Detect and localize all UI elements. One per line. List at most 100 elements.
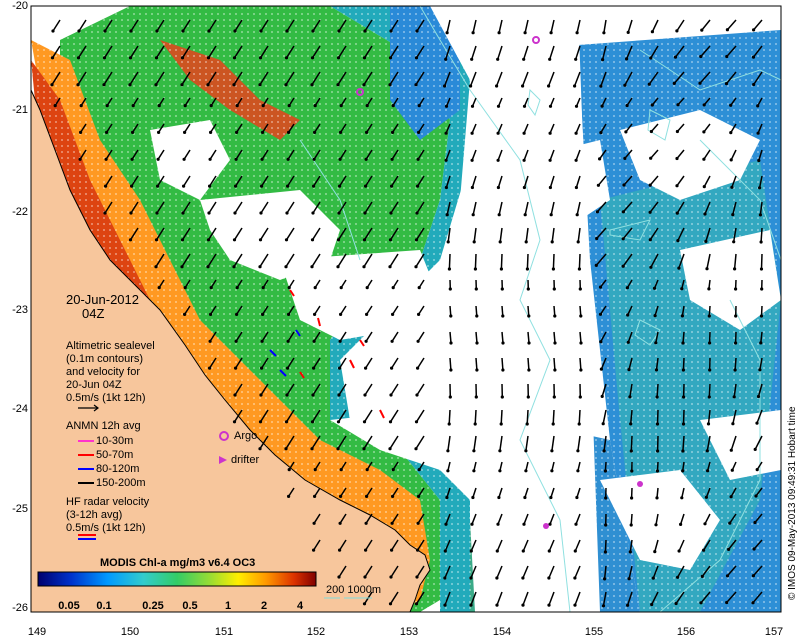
velocity-arrow-head	[388, 602, 393, 606]
velocity-arrow-head	[472, 240, 476, 244]
velocity-arrow-head	[725, 600, 729, 605]
velocity-arrow-head	[416, 157, 420, 161]
velocity-arrow-head	[703, 522, 707, 526]
velocity-arrow-head	[576, 469, 580, 473]
velocity-arrow-head	[727, 547, 731, 552]
velocity-arrow-head	[655, 422, 660, 426]
velocity-arrow-head	[602, 31, 606, 35]
velocity-arrow-head	[338, 157, 342, 161]
velocity-arrow-head	[336, 420, 341, 424]
velocity-arrow	[449, 357, 452, 371]
velocity-arrow-head	[621, 210, 626, 214]
colorbar	[37, 571, 317, 587]
velocity-arrow-head	[603, 469, 608, 473]
velocity-arrow-head	[258, 420, 263, 424]
velocity-arrow-head	[415, 29, 419, 33]
depth-legend-label: 200 1000m	[326, 584, 382, 596]
velocity-arrow-head	[677, 549, 681, 553]
velocity-arrow-head	[414, 83, 418, 87]
velocity-arrow-head	[729, 131, 733, 135]
velocity-arrow-head	[415, 211, 419, 215]
velocity-arrow-head	[446, 240, 450, 244]
velocity-arrow-head	[154, 83, 158, 87]
velocity-arrow	[527, 331, 530, 344]
map-date: 20-Jun-2012	[66, 292, 139, 307]
altimetry-legend-line: 0.5m/s (1kt 12h)	[66, 392, 146, 404]
velocity-arrow-head	[363, 393, 367, 397]
velocity-arrow-head	[415, 393, 419, 397]
velocity-arrow-head	[449, 314, 453, 318]
velocity-arrow-head	[759, 240, 763, 244]
x-tick: 153	[399, 626, 419, 638]
velocity-arrow-head	[522, 522, 526, 526]
velocity-arrow-head	[755, 468, 759, 472]
velocity-arrow-head	[365, 130, 369, 134]
velocity-arrow-head	[389, 211, 393, 215]
velocity-arrow-head	[260, 339, 264, 343]
velocity-arrow-head	[700, 28, 704, 32]
velocity-arrow-head	[310, 420, 315, 424]
velocity-arrow-head	[500, 287, 504, 291]
velocity-arrow-head	[579, 341, 583, 345]
velocity-arrow-head	[625, 57, 629, 61]
velocity-arrow-head	[77, 29, 81, 33]
velocity-arrow-head	[310, 238, 315, 242]
velocity-arrow-head	[732, 395, 736, 399]
velocity-arrow-head	[626, 30, 630, 34]
velocity-arrow-head	[444, 104, 449, 108]
velocity-arrow-head	[675, 29, 679, 33]
colorbar-tick: 0.25	[142, 600, 164, 612]
velocity-arrow-head	[443, 84, 447, 88]
velocity-arrow-head	[391, 286, 395, 290]
velocity-arrow-head	[521, 84, 525, 88]
velocity-arrow-head	[759, 314, 764, 318]
velocity-arrow-head	[702, 130, 706, 134]
velocity-arrow-head	[154, 238, 159, 242]
velocity-arrow	[526, 253, 529, 270]
velocity-arrow-head	[206, 265, 210, 269]
velocity-arrow-head	[471, 31, 475, 35]
velocity-arrow-head	[388, 447, 392, 451]
y-tick: -21	[12, 104, 28, 116]
velocity-arrow-head	[363, 211, 367, 215]
velocity-arrow	[526, 409, 529, 425]
velocity-arrow-head	[469, 576, 473, 580]
velocity-arrow-head	[260, 157, 264, 161]
velocity-arrow-head	[734, 314, 738, 318]
velocity-arrow-head	[573, 84, 577, 88]
velocity-arrow-head	[549, 31, 553, 35]
velocity-arrow-head	[551, 422, 555, 426]
velocity-arrow-head	[681, 368, 686, 372]
velocity-arrow-head	[495, 603, 499, 607]
velocity-arrow-head	[651, 576, 655, 580]
velocity-arrow-head	[260, 184, 264, 188]
velocity-arrow	[734, 357, 737, 371]
velocity-arrow	[552, 409, 555, 425]
velocity-arrow-head	[733, 368, 737, 372]
velocity-arrow-head	[261, 130, 265, 134]
velocity-arrow-head	[579, 368, 583, 372]
velocity-arrow-head	[104, 184, 108, 188]
altimetry-legend-line: (0.1m contours)	[66, 353, 144, 365]
velocity-arrow-head	[496, 131, 500, 135]
velocity-arrow-head	[523, 213, 527, 217]
velocity-arrow-head	[578, 395, 582, 399]
velocity-arrow-head	[548, 185, 553, 190]
velocity-arrow-head	[523, 495, 527, 500]
x-tick: 155	[584, 626, 604, 638]
velocity-arrow-head	[389, 575, 393, 579]
velocity-arrow-head	[365, 286, 369, 290]
velocity-arrow-head	[524, 449, 528, 453]
velocity-arrow-head	[522, 57, 526, 61]
velocity-arrow-head	[599, 84, 603, 88]
velocity-arrow-head	[102, 83, 106, 87]
velocity-arrow-head	[731, 422, 735, 426]
velocity-arrow-head	[235, 130, 239, 134]
velocity-arrow-head	[156, 157, 160, 161]
velocity-arrow-head	[447, 267, 451, 271]
velocity-arrow-head	[284, 238, 289, 242]
velocity-arrow-head	[444, 185, 448, 190]
velocity-arrow-head	[311, 211, 315, 215]
velocity-arrow-head	[756, 394, 761, 399]
velocity-arrow-head	[548, 104, 553, 108]
